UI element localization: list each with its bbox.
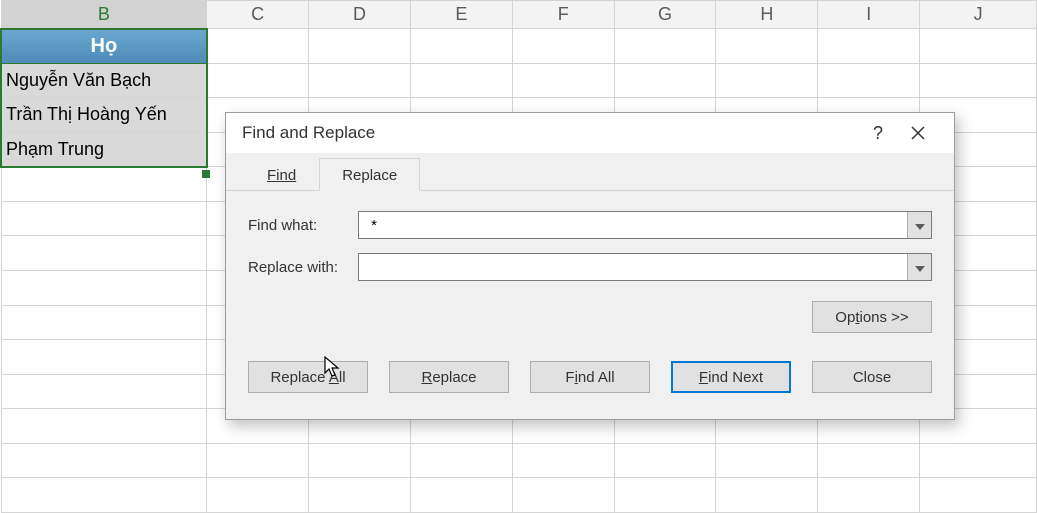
help-icon[interactable]: ? — [858, 113, 898, 153]
col-header-D[interactable]: D — [309, 1, 411, 29]
find-what-combo[interactable] — [358, 211, 932, 239]
find-what-dropdown[interactable] — [907, 212, 931, 238]
col-header-I[interactable]: I — [818, 1, 920, 29]
options-button-label: Options >> — [835, 309, 908, 326]
col-header-G[interactable]: G — [614, 1, 716, 29]
replace-with-label: Replace with: — [248, 259, 358, 276]
tab-replace[interactable]: Replace — [319, 158, 420, 191]
find-all-button[interactable]: Find All — [530, 361, 650, 393]
find-next-label: Find Next — [699, 369, 763, 386]
tabs: Find Replace — [226, 153, 954, 191]
col-header-F[interactable]: F — [512, 1, 614, 29]
find-replace-dialog: Find and Replace ? Find Replace Find wha… — [225, 112, 955, 420]
cell-B3[interactable]: Trần Thị Hoàng Yến — [1, 98, 207, 133]
col-header-H[interactable]: H — [716, 1, 818, 29]
close-icon[interactable] — [898, 113, 938, 153]
find-all-label: Find All — [565, 369, 614, 386]
col-header-C[interactable]: C — [207, 1, 309, 29]
find-what-input[interactable] — [359, 212, 907, 238]
selection-handle[interactable] — [202, 170, 210, 178]
dialog-title-text: Find and Replace — [242, 123, 375, 143]
cell-B2[interactable]: Nguyễn Văn Bạch — [1, 63, 207, 98]
replace-with-combo[interactable] — [358, 253, 932, 281]
cell-B4[interactable]: Phạm Trung — [1, 132, 207, 167]
tab-find-label: Find — [267, 167, 296, 184]
col-header-E[interactable]: E — [410, 1, 512, 29]
replace-all-button[interactable]: Replace All — [248, 361, 368, 393]
close-button[interactable]: Close — [812, 361, 932, 393]
replace-button[interactable]: Replace — [389, 361, 509, 393]
tab-find[interactable]: Find — [244, 158, 319, 191]
cell-B1-header[interactable]: Họ — [1, 29, 207, 64]
options-button[interactable]: Options >> — [812, 301, 932, 333]
col-header-J[interactable]: J — [920, 1, 1037, 29]
replace-with-input[interactable] — [359, 254, 907, 280]
column-header-row[interactable]: B C D E F G H I J — [1, 1, 1037, 29]
chevron-down-icon — [915, 259, 925, 275]
find-what-label: Find what: — [248, 217, 358, 234]
col-header-B[interactable]: B — [1, 1, 207, 29]
replace-all-label: Replace All — [270, 369, 345, 386]
replace-label: Replace — [421, 369, 476, 386]
dialog-titlebar[interactable]: Find and Replace ? — [226, 113, 954, 153]
replace-with-dropdown[interactable] — [907, 254, 931, 280]
close-label: Close — [853, 369, 891, 386]
chevron-down-icon — [915, 217, 925, 233]
find-next-button[interactable]: Find Next — [671, 361, 791, 393]
tab-replace-label: Replace — [342, 167, 397, 184]
